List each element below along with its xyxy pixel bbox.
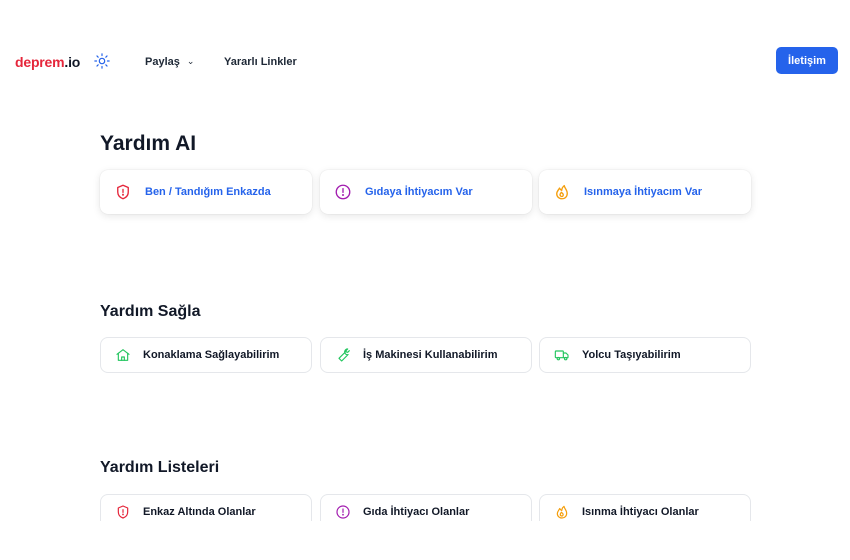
- shield-alert-icon: [117, 184, 129, 200]
- top-navbar: deprem.io Paylaş ⌄ Yararlı Linkler İletiş…: [0, 0, 850, 120]
- need-heating-button[interactable]: Isınmaya İhtiyacım Var: [539, 170, 751, 214]
- brand-suffix: .io: [64, 54, 81, 70]
- home-icon: [116, 349, 130, 361]
- ai-section-title: Yardım AI: [100, 132, 197, 155]
- card-label: İş Makinesi Kullanabilirim: [363, 349, 498, 361]
- share-menu[interactable]: Paylaş ⌄: [145, 56, 194, 68]
- lists-section-title: Yardım Listeleri: [100, 459, 220, 476]
- sun-icon[interactable]: [93, 52, 111, 70]
- card-label: Enkaz Altında Olanlar: [143, 506, 256, 518]
- contact-button[interactable]: İletişim: [776, 47, 838, 74]
- card-label: Konaklama Sağlayabilirim: [143, 349, 280, 361]
- card-label: Gıda İhtiyacı Olanlar: [363, 506, 470, 518]
- viewport-cutoff: [0, 521, 850, 560]
- shield-alert-icon: [117, 505, 129, 519]
- wrench-icon: [338, 348, 350, 362]
- provide-shelter-button[interactable]: Konaklama Sağlayabilirim: [100, 337, 312, 373]
- alert-circle-icon: [335, 184, 351, 200]
- trapped-under-rubble-button[interactable]: Ben / Tandığım Enkazda: [100, 170, 312, 214]
- transport-passengers-button[interactable]: Yolcu Taşıyabilirim: [539, 337, 751, 373]
- card-label: Yolcu Taşıyabilirim: [582, 349, 681, 361]
- chevron-down-icon: ⌄: [186, 56, 195, 66]
- card-label: Gıdaya İhtiyacım Var: [365, 186, 473, 198]
- fire-icon: [556, 184, 568, 200]
- operate-machinery-button[interactable]: İş Makinesi Kullanabilirim: [320, 337, 532, 373]
- card-label: Isınmaya İhtiyacım Var: [584, 186, 703, 198]
- card-label: Isınma İhtiyacı Olanlar: [582, 506, 699, 518]
- fire-icon: [556, 505, 568, 519]
- useful-links-link[interactable]: Yararlı Linkler: [224, 56, 297, 68]
- alert-circle-icon: [336, 505, 350, 519]
- share-label: Paylaş: [145, 56, 180, 68]
- need-food-button[interactable]: Gıdaya İhtiyacım Var: [320, 170, 532, 214]
- help-section-title: Yardım Sağla: [100, 303, 201, 320]
- brand-name: deprem: [15, 54, 65, 70]
- brand-logo[interactable]: deprem.io: [15, 54, 80, 70]
- truck-icon: [554, 350, 569, 361]
- card-label: Ben / Tandığım Enkazda: [145, 186, 271, 198]
